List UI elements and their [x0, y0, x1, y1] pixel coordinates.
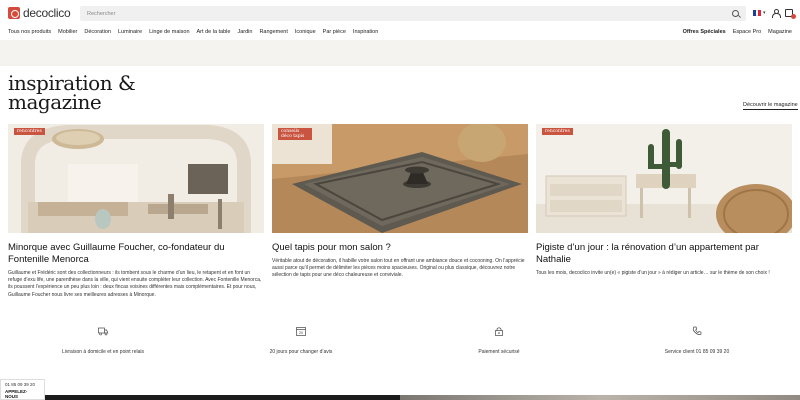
cart-icon[interactable]: [784, 9, 796, 19]
chevron-down-icon[interactable]: ▾: [763, 10, 766, 16]
card-tag-2: conseils déco tapis: [278, 128, 312, 140]
service-returns: 20 20 jours pour changer d’avis: [241, 326, 361, 355]
bottom-banner-dark: [45, 395, 400, 400]
search-icon[interactable]: [732, 10, 739, 17]
flag-fr-icon[interactable]: [753, 10, 762, 16]
service-label-customer: Service client 01 85 09 39 20: [664, 349, 730, 355]
article-text-1: Guillaume et Frédéric sont des collectio…: [8, 270, 262, 298]
service-delivery: Livraison à domicile et en point relais: [43, 326, 163, 355]
article-card-3[interactable]: rencontres Pigiste d’un jour : la rénova…: [536, 124, 792, 277]
phone-widget[interactable]: 01 85 09 39 20 APPELEZ-NOUS: [0, 379, 45, 400]
article-card-2[interactable]: conseils déco tapis Quel tapis pour mon …: [272, 124, 528, 280]
article-card-1[interactable]: rencontres Minorque avec Guillaume Fouch…: [8, 124, 264, 299]
article-title-1[interactable]: Minorque avec Guillaume Foucher, co-fond…: [8, 242, 264, 266]
discover-magazine-link[interactable]: Découvrir le magazine: [743, 102, 798, 110]
section-title-line2: magazine: [8, 90, 102, 114]
nav-item-rangement[interactable]: Rangement: [259, 29, 287, 35]
svg-text:20: 20: [299, 331, 303, 335]
phone-widget-number: 01 85 09 39 20: [5, 382, 36, 387]
search-bar[interactable]: Rechercher: [80, 6, 746, 21]
service-payment: Paiement sécurisé: [439, 326, 559, 355]
nav-right: Offres Spéciales Espace Pro Magazine: [683, 26, 792, 38]
header: decoclico Rechercher ▾: [0, 0, 800, 24]
card-tag-3: rencontres: [542, 128, 573, 135]
service-label-payment: Paiement sécurisé: [478, 349, 520, 355]
service-customer: Service client 01 85 09 39 20: [637, 326, 757, 355]
article-title-2[interactable]: Quel tapis pour mon salon ?: [272, 242, 528, 254]
main-nav: Tous nos produits Mobilier Décoration Lu…: [0, 26, 800, 38]
article-image-3[interactable]: rencontres: [536, 124, 792, 233]
banner-band: [0, 40, 800, 66]
nav-item-iconique[interactable]: Iconique: [295, 29, 316, 35]
nav-item-tous-nos-produits[interactable]: Tous nos produits: [8, 29, 51, 35]
logo-text: decoclico: [23, 6, 71, 20]
nav-item-espace-pro[interactable]: Espace Pro: [733, 29, 761, 35]
nav-item-linge-de-maison[interactable]: Linge de maison: [149, 29, 189, 35]
search-input[interactable]: Rechercher: [87, 11, 732, 17]
article-image-2[interactable]: conseils déco tapis: [272, 124, 528, 233]
article-image-1[interactable]: rencontres: [8, 124, 264, 233]
logo[interactable]: decoclico: [8, 6, 71, 20]
phone-widget-call-button[interactable]: APPELEZ-NOUS: [1, 387, 44, 400]
nav-item-offres-speciales[interactable]: Offres Spéciales: [683, 29, 726, 35]
calendar-icon: 20: [296, 327, 306, 336]
nav-item-mobilier[interactable]: Mobilier: [58, 29, 77, 35]
cactus-photo: [536, 124, 792, 233]
header-actions: ▾: [753, 9, 796, 19]
nav-item-luminaire[interactable]: Luminaire: [118, 29, 142, 35]
phone-icon: [692, 326, 702, 335]
nav-item-art-de-la-table[interactable]: Art de la table: [197, 29, 231, 35]
service-label-returns: 20 jours pour changer d’avis: [269, 349, 333, 355]
nav-item-magazine[interactable]: Magazine: [768, 29, 792, 35]
logo-mark-icon: [8, 7, 20, 19]
rug-photo: [272, 124, 528, 233]
service-label-delivery: Livraison à domicile et en point relais: [62, 349, 144, 355]
section-title: inspiration & magazine: [8, 73, 136, 114]
nav-item-par-piece[interactable]: Par pièce: [323, 29, 346, 35]
bottom-banner-photo: [400, 395, 800, 400]
truck-icon: [98, 327, 108, 336]
user-icon[interactable]: [771, 9, 781, 18]
nav-item-jardin[interactable]: Jardin: [237, 29, 252, 35]
article-text-2: Véritable atout de décoration, il habill…: [272, 258, 525, 279]
nav-item-inspiration[interactable]: Inspiration: [353, 29, 378, 35]
interior-photo-1: [8, 124, 264, 233]
cart-badge: [790, 14, 796, 19]
article-title-3[interactable]: Pigiste d’un jour : la rénovation d’un a…: [536, 242, 792, 266]
lock-icon: [495, 327, 503, 336]
nav-item-decoration[interactable]: Décoration: [84, 29, 111, 35]
card-tag-1: rencontres: [14, 128, 45, 135]
article-text-3: Tous les mois, decoclico invite un(e) « …: [536, 270, 770, 276]
